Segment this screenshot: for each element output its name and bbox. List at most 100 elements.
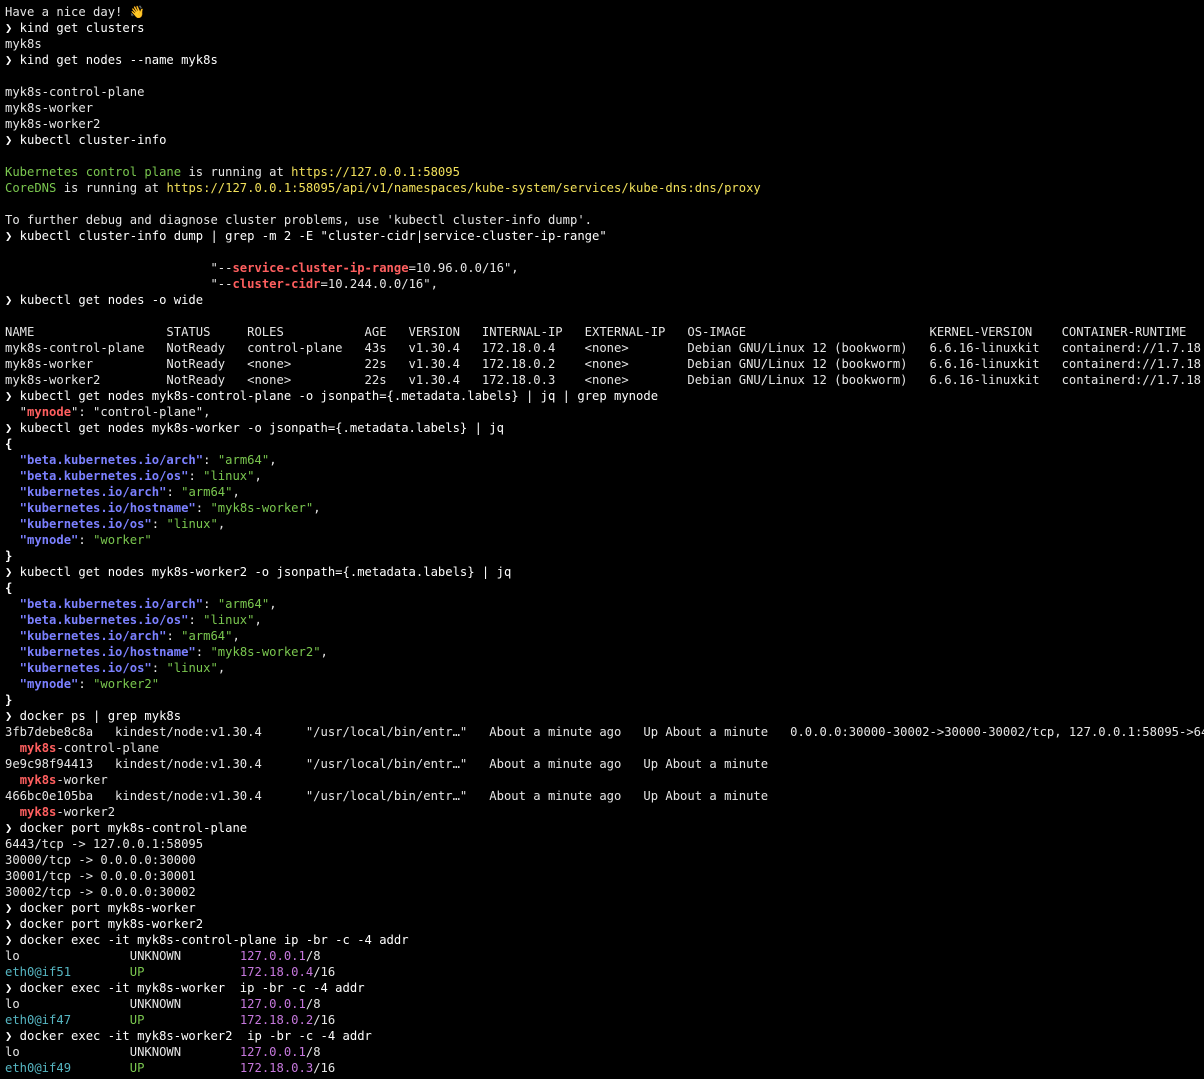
- line-segment: :: [78, 533, 94, 547]
- line-segment: ❯ docker exec -it myk8s-control-plane ip…: [5, 933, 409, 947]
- line-segment: :: [151, 661, 167, 675]
- line-segment: }: [5, 549, 13, 563]
- line-segment: lo: [5, 1045, 130, 1059]
- ip-line: eth0@if49 UP 172.18.0.3/16: [5, 1060, 1204, 1076]
- line-segment: ,: [254, 613, 262, 627]
- json-line: "beta.kubernetes.io/os": "linux",: [5, 468, 1204, 484]
- line-segment: {: [5, 437, 13, 451]
- line-segment: 127.0.0.1: [239, 1045, 306, 1059]
- output-line: myk8s: [5, 36, 1204, 52]
- line-segment: myk8s-worker2: [5, 117, 101, 131]
- info-line: Kubernetes control plane is running at h…: [5, 164, 1204, 180]
- json-brace-line: {: [5, 436, 1204, 452]
- line-segment: ,: [313, 501, 321, 515]
- output-line: myk8s-worker2: [5, 116, 1204, 132]
- line-segment: 30001/tcp -> 0.0.0.0:30001: [5, 869, 196, 883]
- line-segment: service-cluster-ip-range: [232, 261, 409, 275]
- line-segment: "kubernetes.io/arch": [5, 485, 167, 499]
- line-segment: ,: [269, 597, 277, 611]
- command-line: ❯ docker ps | grep myk8s: [5, 708, 1204, 724]
- line-segment: "linux": [203, 469, 255, 483]
- line-segment: "beta.kubernetes.io/os": [5, 613, 189, 627]
- line-segment: UP: [129, 1061, 240, 1075]
- output-line: 30002/tcp -> 0.0.0.0:30002: [5, 884, 1204, 900]
- line-segment: cluster-cidr: [232, 277, 321, 291]
- line-segment: lo: [5, 997, 130, 1011]
- highlight-line: myk8s-worker: [5, 772, 1204, 788]
- command-line: ❯ kind get clusters: [5, 20, 1204, 36]
- ip-line: lo UNKNOWN 127.0.0.1/8: [5, 996, 1204, 1012]
- command-line: ❯ docker port myk8s-control-plane: [5, 820, 1204, 836]
- line-segment: :: [78, 677, 94, 691]
- line-segment: NAME STATUS ROLES AGE VERSION INTERNAL-I…: [5, 325, 1187, 339]
- line-segment: "arm64": [217, 597, 270, 611]
- output-line: 466bc0e105ba kindest/node:v1.30.4 "/usr/…: [5, 788, 1204, 804]
- line-segment: :: [166, 629, 182, 643]
- output-line: 30000/tcp -> 0.0.0.0:30000: [5, 852, 1204, 868]
- line-segment: /16: [313, 1061, 336, 1075]
- line-segment: myk8s-worker NotReady <none> 22s v1.30.4…: [5, 357, 1202, 371]
- line-segment: "mynode": [5, 677, 79, 691]
- line-segment: {: [5, 581, 13, 595]
- line-segment: 9e9c98f94413 kindest/node:v1.30.4 "/usr/…: [5, 757, 769, 771]
- line-segment: ❯ kubectl get nodes myk8s-worker2 -o jso…: [5, 565, 512, 579]
- line-segment: To further debug and diagnose cluster pr…: [5, 213, 592, 227]
- json-brace-line: }: [5, 692, 1204, 708]
- json-line: "beta.kubernetes.io/arch": "arm64",: [5, 596, 1204, 612]
- line-segment: 172.18.0.3: [239, 1061, 314, 1075]
- highlight-line: "mynode": "control-plane",: [5, 404, 1204, 420]
- line-segment: "arm64": [181, 629, 233, 643]
- line-segment: /8: [305, 1045, 321, 1059]
- line-segment: :: [195, 645, 211, 659]
- highlight-line: myk8s-worker2: [5, 804, 1204, 820]
- line-segment: :: [166, 485, 182, 499]
- line-segment: Have a nice day! 👋: [5, 5, 145, 19]
- line-segment: ,: [232, 629, 240, 643]
- line-segment: ❯ docker port myk8s-control-plane: [5, 821, 248, 835]
- line-segment: lo: [5, 949, 130, 963]
- line-segment: 127.0.0.1: [239, 997, 306, 1011]
- line-segment: UP: [129, 1013, 240, 1027]
- command-line: ❯ docker port myk8s-worker: [5, 900, 1204, 916]
- output-line: 6443/tcp -> 127.0.0.1:58095: [5, 836, 1204, 852]
- line-segment: }: [5, 693, 13, 707]
- line-segment: =10.96.0.0/16",: [408, 261, 519, 275]
- line-segment: :: [151, 517, 167, 531]
- line-segment: "kubernetes.io/hostname": [5, 501, 196, 515]
- line-segment: ❯ docker ps | grep myk8s: [5, 709, 182, 723]
- line-segment: CoreDNS: [5, 181, 57, 195]
- output-line: myk8s-worker2 NotReady <none> 22s v1.30.…: [5, 372, 1204, 388]
- command-line: ❯ kubectl cluster-info dump | grep -m 2 …: [5, 228, 1204, 244]
- line-segment: ,: [320, 645, 328, 659]
- line-segment: [5, 805, 20, 819]
- terminal-output[interactable]: Have a nice day! 👋 ❯ kind get clusters myk…: [0, 0, 1204, 1076]
- line-segment: /8: [305, 949, 321, 963]
- line-segment: myk8s: [19, 805, 57, 819]
- line-segment: ,: [217, 517, 226, 531]
- line-segment: "mynode": [5, 533, 79, 547]
- line-segment: ❯ kubectl get nodes myk8s-control-plane …: [5, 389, 659, 403]
- line-segment: "kubernetes.io/arch": [5, 629, 167, 643]
- output-line: myk8s-worker: [5, 100, 1204, 116]
- line-segment: 172.18.0.4: [239, 965, 314, 979]
- line-segment: :: [195, 501, 211, 515]
- line-segment: /8: [305, 997, 321, 1011]
- line-segment: UNKNOWN: [129, 997, 240, 1011]
- json-line: "kubernetes.io/arch": "arm64",: [5, 484, 1204, 500]
- line-segment: 127.0.0.1: [239, 949, 306, 963]
- output-line: myk8s-control-plane NotReady control-pla…: [5, 340, 1204, 356]
- ip-line: eth0@if51 UP 172.18.0.4/16: [5, 964, 1204, 980]
- line-segment: :: [203, 597, 218, 611]
- line-segment: [5, 741, 20, 755]
- line-segment: myk8s-worker2 NotReady <none> 22s v1.30.…: [5, 373, 1202, 387]
- line-segment: ,: [254, 469, 262, 483]
- line-segment: "linux": [166, 661, 218, 675]
- info-line: CoreDNS is running at https://127.0.0.1:…: [5, 180, 1204, 196]
- line-segment: https://127.0.0.1:58095: [291, 165, 460, 179]
- line-segment: "--: [5, 277, 233, 291]
- output-line: myk8s-control-plane: [5, 84, 1204, 100]
- line-segment: 30000/tcp -> 0.0.0.0:30000: [5, 853, 196, 867]
- line-segment: ❯ docker exec -it myk8s-worker2 ip -br -…: [5, 1029, 372, 1043]
- line-segment: ❯ kubectl get nodes myk8s-worker -o json…: [5, 421, 504, 435]
